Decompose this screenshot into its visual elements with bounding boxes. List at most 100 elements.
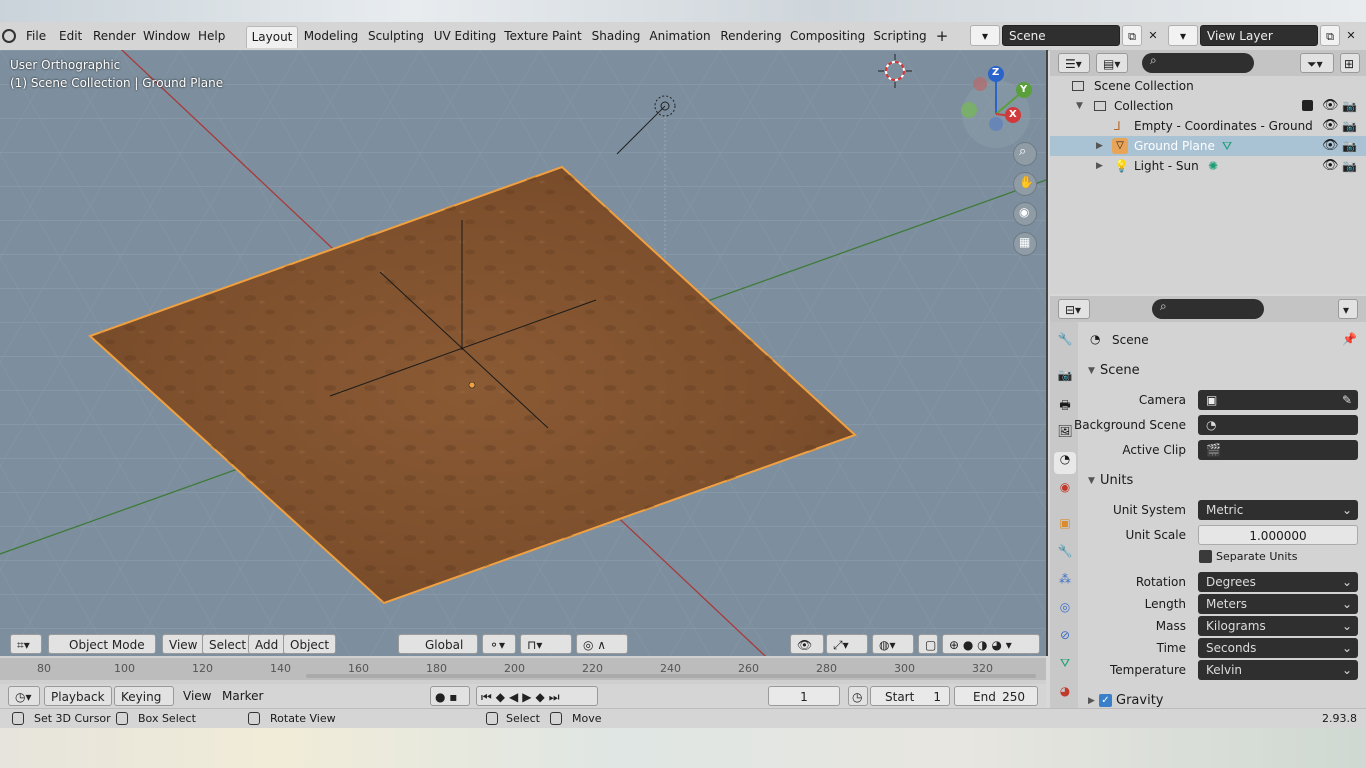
expand-arrow-icon[interactable]: ▶	[1096, 156, 1103, 176]
units-section-header[interactable]: Units	[1100, 473, 1133, 488]
add-workspace-button[interactable]: +	[932, 26, 952, 47]
view-layer-tab-icon[interactable]: 🖼	[1054, 424, 1076, 446]
separate-units-label[interactable]: Separate Units	[1216, 550, 1297, 563]
outliner-item-collection[interactable]: ▼ Collection 👁 📷	[1050, 96, 1366, 116]
render-camera-icon[interactable]: 📷	[1342, 96, 1357, 116]
particles-tab-icon[interactable]: ⁂	[1054, 572, 1076, 594]
filter-icon[interactable]: ⏷▾	[1300, 53, 1334, 73]
scene-browse-button[interactable]: ▾	[970, 25, 1000, 46]
xray-toggle-button[interactable]: ▢	[918, 634, 938, 654]
unit-scale-field[interactable]: 1.000000	[1198, 525, 1358, 545]
camera-field[interactable]: ▣ ✎	[1198, 390, 1358, 410]
menu-edit[interactable]: Edit	[59, 29, 82, 43]
visibility-eye-icon[interactable]: 👁	[1322, 156, 1339, 176]
3d-viewport[interactable]: User Orthographic (1) Scene Collection |…	[0, 50, 1048, 656]
overlays-toggle-button[interactable]: ◍▾	[872, 634, 914, 654]
outliner-item-ground-plane[interactable]: ▶ ▽ Ground Plane ⛛ 👁 📷	[1050, 136, 1366, 156]
background-scene-field[interactable]: ◔	[1198, 415, 1358, 435]
world-tab-icon[interactable]: ◉	[1054, 480, 1076, 502]
scene-tab-icon[interactable]: ◔	[1054, 452, 1076, 474]
menu-file[interactable]: File	[26, 29, 46, 43]
tab-shading[interactable]: Shading	[590, 26, 642, 47]
editor-type-button[interactable]: ⌗▾	[10, 634, 42, 654]
render-camera-icon[interactable]: 📷	[1342, 136, 1357, 156]
playback-menu[interactable]: Playback ▾	[44, 686, 112, 724]
units-section-arrow-icon[interactable]: ▼	[1088, 476, 1095, 486]
blender-logo-icon[interactable]	[2, 29, 16, 43]
pivot-point-button[interactable]: ⚬▾	[482, 634, 516, 654]
proportional-editing-button[interactable]: ◎ ∧	[576, 634, 628, 654]
timeline-scrollbar[interactable]	[306, 674, 1036, 678]
menu-help[interactable]: Help	[198, 29, 225, 43]
properties-search-input[interactable]: ⌕	[1152, 299, 1264, 319]
gizmo-x-label[interactable]: X	[1009, 109, 1017, 120]
tab-scripting[interactable]: Scripting	[872, 26, 928, 47]
tab-rendering[interactable]: Rendering	[720, 26, 782, 47]
physics-tab-icon[interactable]: ◎	[1054, 600, 1076, 622]
output-tab-icon[interactable]: 🖶	[1054, 396, 1076, 418]
preview-range-icon[interactable]: ◷	[848, 686, 868, 706]
tab-uv-editing[interactable]: UV Editing	[432, 26, 498, 47]
visibility-eye-icon[interactable]: 👁	[1322, 116, 1339, 136]
outliner-editor-type-button[interactable]: ☰▾	[1058, 53, 1090, 73]
exclude-checkbox[interactable]	[1302, 100, 1313, 111]
menu-window[interactable]: Window	[143, 29, 190, 43]
scene-section-header[interactable]: Scene	[1100, 363, 1140, 378]
visibility-button[interactable]: 👁▾	[790, 634, 824, 654]
tab-texture-paint[interactable]: Texture Paint	[504, 26, 582, 47]
gravity-section-arrow-icon[interactable]: ▶	[1088, 696, 1095, 706]
tab-modeling[interactable]: Modeling	[300, 26, 362, 47]
viewport-menu-object[interactable]: Object	[283, 634, 337, 654]
end-frame-field[interactable]: End 250	[954, 686, 1038, 706]
time-select[interactable]: Seconds ⌄	[1198, 638, 1358, 658]
scene-section-arrow-icon[interactable]: ▼	[1088, 366, 1095, 376]
view-layer-field[interactable]: View Layer	[1200, 25, 1318, 46]
pin-icon[interactable]: 📌	[1342, 332, 1357, 346]
mesh-data-icon[interactable]: ⛛	[1222, 136, 1232, 156]
length-select[interactable]: Meters ⌄	[1198, 594, 1358, 614]
camera-view-icon[interactable]: ◉	[1013, 202, 1037, 226]
tool-tab-icon[interactable]: 🔧	[1054, 332, 1076, 354]
zoom-icon[interactable]: ⌕	[1013, 142, 1037, 166]
playback-controls[interactable]: ⏮◆◀▶◆⏭	[476, 686, 598, 706]
grid-perspective-icon[interactable]: ▦	[1013, 232, 1037, 256]
outliner-item-scene-collection[interactable]: Scene Collection	[1050, 76, 1366, 96]
gizmo-z-label[interactable]: Z	[992, 67, 999, 78]
new-collection-icon[interactable]: ⊞	[1340, 53, 1360, 73]
current-frame-field[interactable]: 1	[768, 686, 840, 706]
unit-system-select[interactable]: Metric ⌄	[1198, 500, 1358, 520]
shading-mode-buttons[interactable]: ⊕ ● ◑ ◕ ▾	[942, 634, 1040, 654]
render-camera-icon[interactable]: 📷	[1342, 156, 1357, 176]
visibility-eye-icon[interactable]: 👁	[1322, 96, 1339, 116]
timeline-editor-type-button[interactable]: ◷▾	[8, 686, 40, 706]
gizmo-y-label[interactable]: Y	[1020, 84, 1027, 95]
viewport-menu-add[interactable]: Add	[248, 634, 286, 654]
outliner-item-light-sun[interactable]: ▶ 💡 Light - Sun ✺ 👁 📷	[1050, 156, 1366, 176]
timeline-menu-view[interactable]: View	[183, 689, 211, 703]
render-tab-icon[interactable]: 📷	[1054, 368, 1076, 390]
viewport-menu-view[interactable]: View	[162, 634, 205, 654]
auto-keying-button[interactable]: ● ▪	[430, 686, 470, 706]
constraints-tab-icon[interactable]: ⊘	[1054, 628, 1076, 650]
temperature-select[interactable]: Kelvin ⌄	[1198, 660, 1358, 680]
properties-editor-type-button[interactable]: ⊟▾	[1058, 299, 1090, 319]
start-frame-field[interactable]: Start 1	[870, 686, 950, 706]
tab-sculpting[interactable]: Sculpting	[366, 26, 426, 47]
outliner-search-input[interactable]: ⌕	[1142, 53, 1254, 73]
active-clip-field[interactable]: 🎬	[1198, 440, 1358, 460]
view-layer-browse-button[interactable]: ▾	[1168, 25, 1198, 46]
object-mode-select[interactable]: Object Mode ▾	[48, 634, 156, 654]
expand-arrow-icon[interactable]: ▼	[1076, 96, 1083, 116]
transform-orientation-select[interactable]: Global	[398, 634, 478, 654]
tab-layout[interactable]: Layout	[246, 26, 298, 48]
gravity-section-header[interactable]: Gravity	[1116, 693, 1163, 708]
menu-render[interactable]: Render	[93, 29, 136, 43]
properties-options-button[interactable]: ▾	[1338, 299, 1358, 319]
expand-arrow-icon[interactable]: ▶	[1096, 136, 1103, 156]
data-tab-icon[interactable]: ⛛	[1054, 656, 1076, 678]
timeline-menu-marker[interactable]: Marker	[222, 689, 263, 703]
modifier-tab-icon[interactable]: 🔧	[1054, 544, 1076, 566]
scene-field[interactable]: Scene	[1002, 25, 1120, 46]
delete-scene-icon[interactable]: ✕	[1146, 25, 1160, 46]
viewport-menu-select[interactable]: Select	[202, 634, 254, 654]
